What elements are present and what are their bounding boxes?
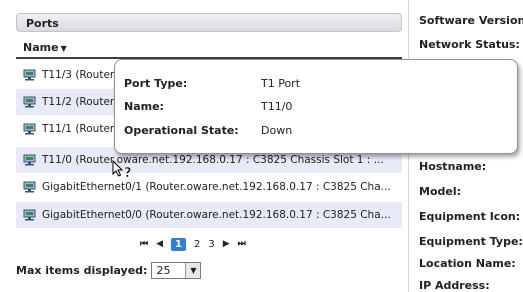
port-icon xyxy=(23,209,36,221)
tooltip-name-row: Name: T11/0 xyxy=(124,100,292,113)
port-icon xyxy=(23,69,36,81)
name-column-header[interactable]: Name ▼ xyxy=(16,38,402,59)
max-items-control: Max items displayed: 25 ▼ xyxy=(16,262,202,279)
tooltip-name-value: T11/0 xyxy=(261,100,293,113)
ports-header: Ports xyxy=(16,13,402,32)
network-status-label: Network Status: xyxy=(419,38,520,51)
ip-address-label: IP Address: xyxy=(419,279,490,292)
port-icon xyxy=(23,96,36,108)
port-icon xyxy=(23,154,36,166)
port-tooltip: Port Type: T1 Port Name: T11/0 Operation… xyxy=(114,59,518,154)
page-3-button[interactable]: 3 xyxy=(208,239,214,250)
max-items-label: Max items displayed: xyxy=(16,264,148,277)
page-1-button[interactable]: 1 xyxy=(171,237,186,251)
software-version-label: Software Version xyxy=(419,14,523,27)
port-row-label: T11/0 (Router.oware.net.192.168.0.17 : C… xyxy=(42,154,384,166)
prev-page-icon[interactable]: ◀ xyxy=(156,239,163,249)
location-name-label: Location Name: xyxy=(419,257,516,270)
port-row-label: GigabitEthernet0/1 (Router.oware.net.192… xyxy=(42,181,391,193)
tooltip-name-label: Name: xyxy=(124,100,164,113)
max-items-value: 25 xyxy=(156,264,171,277)
port-icon xyxy=(23,123,36,135)
svg-text:?: ? xyxy=(124,166,132,181)
tooltip-operational-state-row: Operational State: Down xyxy=(124,124,292,137)
max-items-select[interactable]: 25 ▼ xyxy=(151,262,202,279)
dropdown-arrow-icon[interactable]: ▼ xyxy=(185,263,201,278)
equipment-icon-label: Equipment Icon: xyxy=(419,210,521,223)
last-page-icon[interactable]: ⏭ xyxy=(238,239,246,249)
tooltip-operational-state-value: Down xyxy=(261,124,293,137)
tooltip-port-type-label: Port Type: xyxy=(124,77,188,90)
page-2-button[interactable]: 2 xyxy=(194,239,200,250)
tooltip-operational-state-label: Operational State: xyxy=(124,124,239,137)
hostname-label: Hostname: xyxy=(419,160,487,173)
port-row-label: GigabitEthernet0/0 (Router.oware.net.192… xyxy=(42,209,391,221)
sort-down-icon: ▼ xyxy=(60,44,67,53)
model-label: Model: xyxy=(419,185,462,198)
next-page-icon[interactable]: ▶ xyxy=(223,239,230,249)
port-row-gigabitethernet0-1[interactable]: GigabitEthernet0/1 (Router.oware.net.192… xyxy=(16,174,402,200)
port-row-gigabitethernet0-0[interactable]: GigabitEthernet0/0 (Router.oware.net.192… xyxy=(16,202,402,228)
first-page-icon[interactable]: ⏮ xyxy=(140,239,148,249)
equipment-type-label: Equipment Type: xyxy=(419,235,523,248)
name-column-label: Name xyxy=(23,41,59,54)
port-icon xyxy=(23,181,36,193)
tooltip-port-type-value: T1 Port xyxy=(261,77,301,90)
pagination: ⏮ ◀ 1 2 3 ▶ ⏭ xyxy=(140,235,246,253)
tooltip-port-type-row: Port Type: T1 Port xyxy=(124,77,300,90)
help-cursor-icon: ? xyxy=(112,159,136,184)
